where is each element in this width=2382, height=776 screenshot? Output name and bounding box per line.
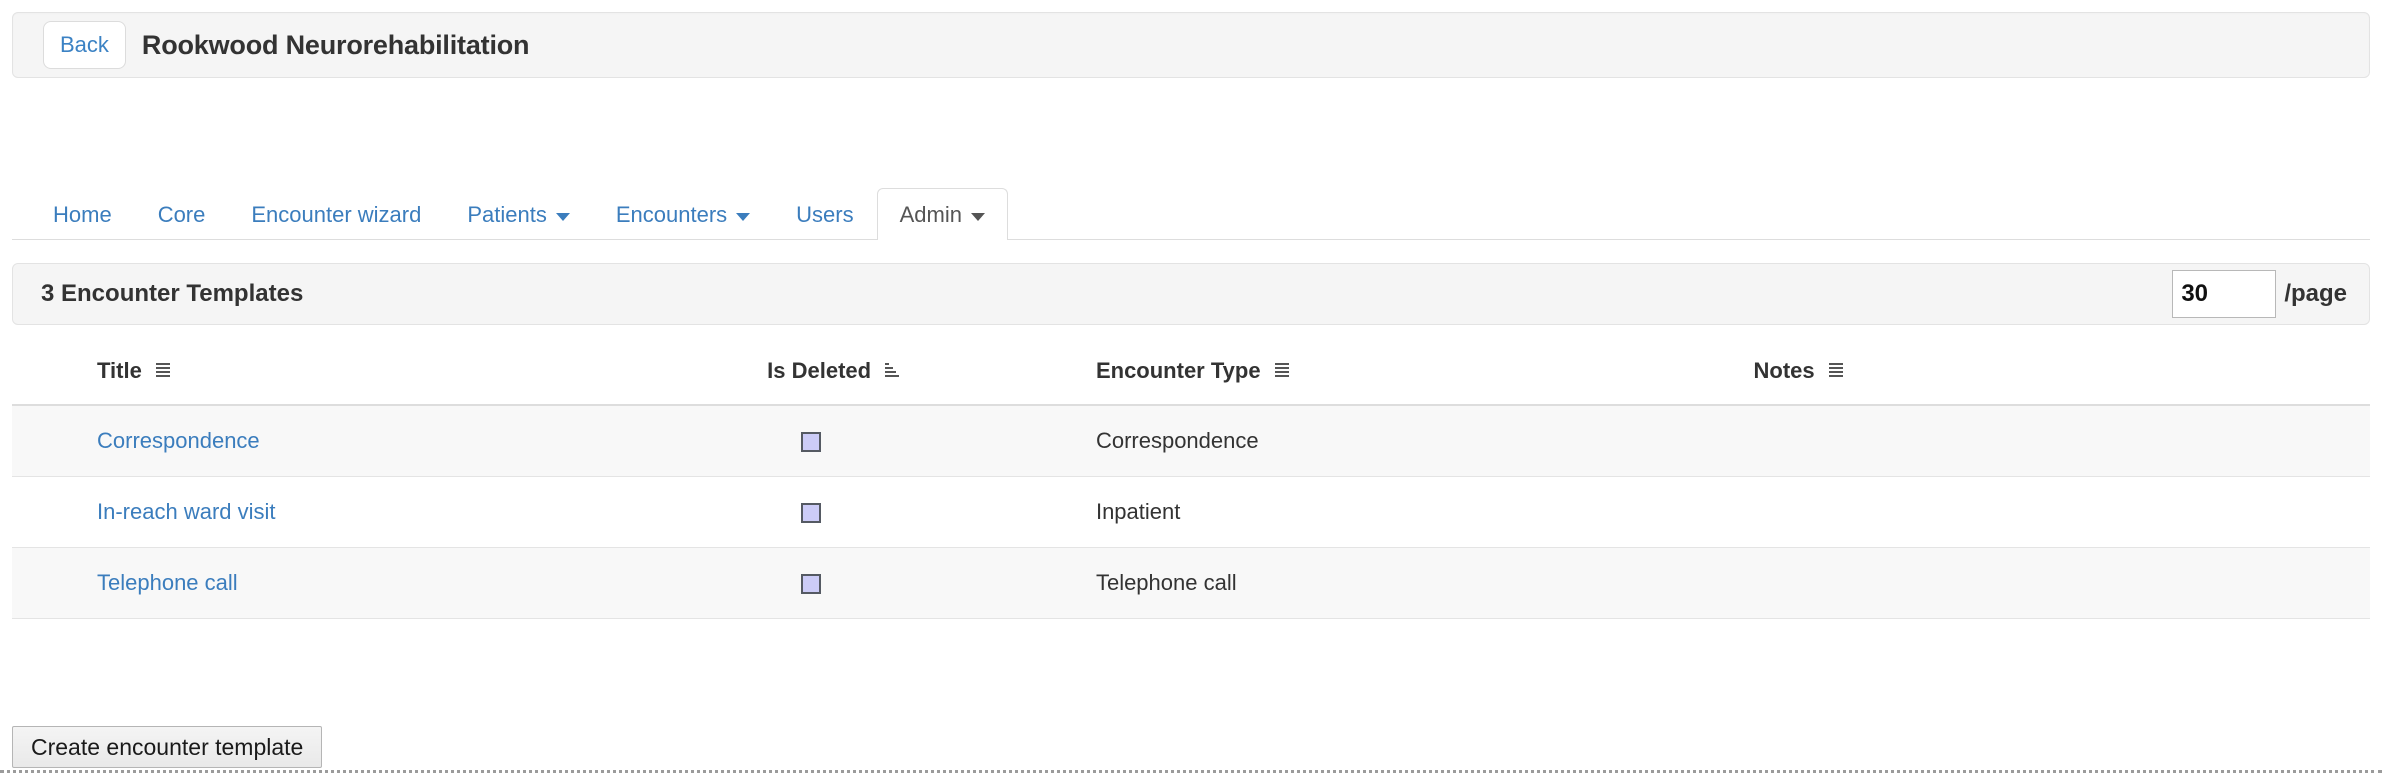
chevron-down-icon	[970, 212, 985, 221]
table-row: In-reach ward visit Inpatient	[12, 476, 2370, 548]
template-link[interactable]: In-reach ward visit	[97, 499, 276, 524]
cell-encounter-type: Correspondence	[1095, 404, 1754, 477]
bottom-divider	[0, 770, 2382, 773]
table-head: Title Is Deleted Encounter Type Notes	[12, 336, 2370, 406]
cell-is-deleted	[767, 547, 1096, 619]
cell-encounter-type: Telephone call	[1095, 547, 1754, 619]
nav-tab-patients[interactable]: Patients	[444, 188, 593, 240]
nav-tab-encounter-wizard[interactable]: Encounter wizard	[228, 188, 444, 240]
nav-tab-label: Admin	[899, 201, 962, 227]
is-deleted-checkbox[interactable]	[801, 432, 822, 453]
cell-title: Correspondence	[12, 404, 768, 477]
table-header-row: Title Is Deleted Encounter Type Notes	[12, 336, 2370, 406]
nav-tab-users[interactable]: Users	[773, 188, 876, 240]
column-header-notes[interactable]: Notes	[1753, 336, 2370, 406]
table-body: Correspondence Correspondence In-reach w…	[12, 404, 2370, 619]
column-header-label: Is Deleted	[767, 358, 872, 383]
nav-tab-label: Core	[157, 201, 206, 227]
nav-tab-admin[interactable]: Admin	[876, 188, 1008, 240]
cell-notes	[1753, 404, 2370, 477]
nav-tab-encounters[interactable]: Encounters	[593, 188, 773, 240]
table-row: Telephone call Telephone call	[12, 547, 2370, 619]
template-link[interactable]: Telephone call	[97, 570, 238, 595]
create-encounter-template-button[interactable]: Create encounter template	[12, 726, 323, 768]
is-deleted-checkbox[interactable]	[801, 503, 822, 524]
column-header-label: Encounter Type	[1095, 358, 1261, 383]
sort-asc-icon[interactable]	[884, 362, 900, 380]
nav-tab-label: Users	[796, 201, 854, 227]
per-page-input[interactable]	[2172, 270, 2277, 318]
encounter-templates-table: Title Is Deleted Encounter Type Notes Co…	[12, 336, 2370, 619]
nav-tab-core[interactable]: Core	[135, 188, 229, 240]
cell-title: Telephone call	[12, 547, 768, 619]
results-summary-bar: 3 Encounter Templates /page	[12, 263, 2370, 325]
column-header-label: Notes	[1753, 358, 1815, 383]
cell-is-deleted	[767, 404, 1096, 477]
chevron-down-icon	[555, 212, 570, 221]
nav-tab-label: Encounter wizard	[251, 201, 422, 227]
cell-notes	[1753, 476, 2370, 548]
column-header-is-deleted[interactable]: Is Deleted	[767, 336, 1096, 406]
sort-none-icon[interactable]	[155, 362, 171, 380]
sort-none-icon[interactable]	[1274, 362, 1290, 380]
is-deleted-checkbox[interactable]	[801, 574, 822, 595]
nav-tab-label: Encounters	[615, 201, 728, 227]
per-page-label: /page	[2284, 280, 2347, 307]
chevron-down-icon	[736, 212, 751, 221]
page-title: Rookwood Neurorehabilitation	[141, 29, 530, 60]
table-row: Correspondence Correspondence	[12, 404, 2370, 477]
cell-encounter-type: Inpatient	[1095, 476, 1754, 548]
nav-tab-home[interactable]: Home	[30, 188, 135, 240]
per-page-control: /page	[2172, 270, 2347, 318]
column-header-encounter-type[interactable]: Encounter Type	[1095, 336, 1754, 406]
back-button[interactable]: Back	[43, 21, 126, 69]
main-navigation-tabs: Home Core Encounter wizard Patients Enco…	[12, 178, 2370, 240]
results-count-label: 3 Encounter Templates	[41, 280, 304, 307]
column-header-title[interactable]: Title	[12, 336, 768, 406]
sort-none-icon[interactable]	[1828, 362, 1844, 380]
column-header-label: Title	[97, 358, 142, 383]
page-header-panel: Back Rookwood Neurorehabilitation	[12, 12, 2370, 78]
cell-is-deleted	[767, 476, 1096, 548]
cell-title: In-reach ward visit	[12, 476, 768, 548]
nav-tab-label: Patients	[467, 201, 547, 227]
template-link[interactable]: Correspondence	[97, 428, 260, 453]
cell-notes	[1753, 547, 2370, 619]
nav-tab-label: Home	[53, 201, 112, 227]
